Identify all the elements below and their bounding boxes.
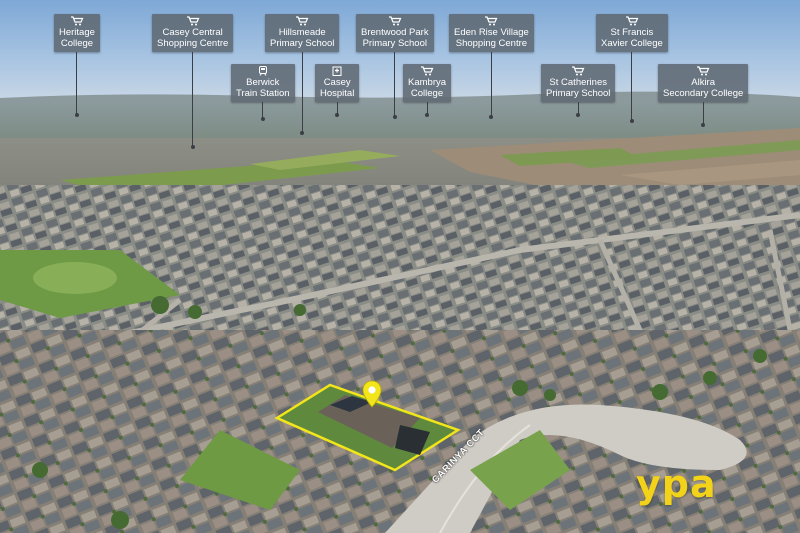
poi-label-line: Eden Rise Village <box>454 27 529 38</box>
poi-label-box: Brentwood Park Primary School <box>356 14 434 52</box>
poi-eden-rise: Eden Rise Village Shopping Centre <box>449 14 534 119</box>
poi-marker-dot <box>392 115 397 119</box>
cart-icon <box>625 16 639 26</box>
poi-label-box: Eden Rise Village Shopping Centre <box>449 14 534 52</box>
poi-label-line: Berwick <box>246 77 280 88</box>
poi-marker-dot <box>489 115 494 119</box>
poi-label-box: St Francis Xavier College <box>596 14 668 52</box>
poi-berwick-station: Berwick Train Station <box>231 64 295 121</box>
poi-label-box: Heritage College <box>54 14 100 52</box>
poi-label-box: St Catherines Primary School <box>541 64 616 102</box>
location-pin-icon <box>362 380 382 408</box>
poi-label-line: Train Station <box>236 88 290 99</box>
poi-marker-dot <box>576 113 581 117</box>
poi-label-line: Primary School <box>270 38 335 49</box>
poi-casey-central: Casey Central Shopping Centre <box>152 14 234 149</box>
poi-st-catherines: St Catherines Primary School <box>541 64 616 117</box>
poi-label-line: Alkira <box>691 77 716 88</box>
poi-label-line: St Catherines <box>549 77 607 88</box>
leader-line <box>76 52 78 114</box>
poi-marker-dot <box>260 117 265 121</box>
leader-line <box>490 52 492 116</box>
leader-line <box>702 102 704 124</box>
poi-marker-dot <box>74 113 79 117</box>
poi-label-line: Xavier College <box>601 38 663 49</box>
poi-marker-dot <box>629 119 634 123</box>
brand-logo: ypa <box>636 462 717 506</box>
poi-label-line: Casey Central <box>162 27 223 38</box>
poi-label-box: Berwick Train Station <box>231 64 295 102</box>
leader-line <box>631 52 633 120</box>
poi-label-line: Primary School <box>546 88 611 99</box>
poi-marker-dot <box>425 113 429 117</box>
poi-label-line: Casey <box>323 77 351 88</box>
poi-label-line: Heritage <box>59 27 95 38</box>
poi-casey-hospital: Casey Hospital <box>315 64 360 117</box>
poi-label-box: Alkira Secondary College <box>658 64 749 102</box>
poi-marker-dot <box>701 123 706 127</box>
leader-line <box>192 52 194 146</box>
poi-label-box: Casey Hospital <box>315 64 360 102</box>
poi-label-line: St Francis <box>610 27 654 38</box>
poi-label-line: Hospital <box>320 88 355 99</box>
cart-icon <box>421 66 434 76</box>
cart-icon <box>70 16 84 26</box>
poi-kambrya: Kambrya College <box>403 64 452 117</box>
cart-icon <box>296 16 309 26</box>
poi-label-line: Shopping Centre <box>157 38 229 49</box>
poi-label-line: College <box>60 38 94 49</box>
poi-label-box: Casey Central Shopping Centre <box>152 14 234 52</box>
poi-marker-dot <box>335 113 340 117</box>
cart-icon <box>388 16 402 26</box>
cart-icon <box>572 66 585 76</box>
poi-label-line: Hillsmeade <box>278 27 326 38</box>
hospital-icon <box>332 66 342 76</box>
poi-label-line: Primary School <box>362 38 427 49</box>
poi-label-line: Shopping Centre <box>455 38 528 49</box>
poi-alkira: Alkira Secondary College <box>658 64 749 127</box>
poi-label-box: Kambrya College <box>403 64 452 102</box>
cart-icon <box>697 66 710 76</box>
poi-heritage-college: Heritage College <box>54 14 100 117</box>
leader-line <box>262 102 264 118</box>
train-icon <box>258 66 267 76</box>
poi-label-line: College <box>410 88 444 99</box>
poi-label-line: Secondary College <box>663 88 744 99</box>
poi-label-box: Hillsmeade Primary School <box>265 14 340 52</box>
aerial-map: Heritage College Casey Central Shopping … <box>0 0 800 533</box>
cart-icon <box>485 16 498 26</box>
poi-label-line: Kambrya <box>408 77 447 88</box>
leader-line <box>394 52 396 116</box>
leader-line <box>301 52 303 132</box>
poi-label-line: Brentwood Park <box>361 27 429 38</box>
cart-icon <box>186 16 200 26</box>
poi-marker-dot <box>190 145 195 149</box>
poi-marker-dot <box>300 131 305 135</box>
